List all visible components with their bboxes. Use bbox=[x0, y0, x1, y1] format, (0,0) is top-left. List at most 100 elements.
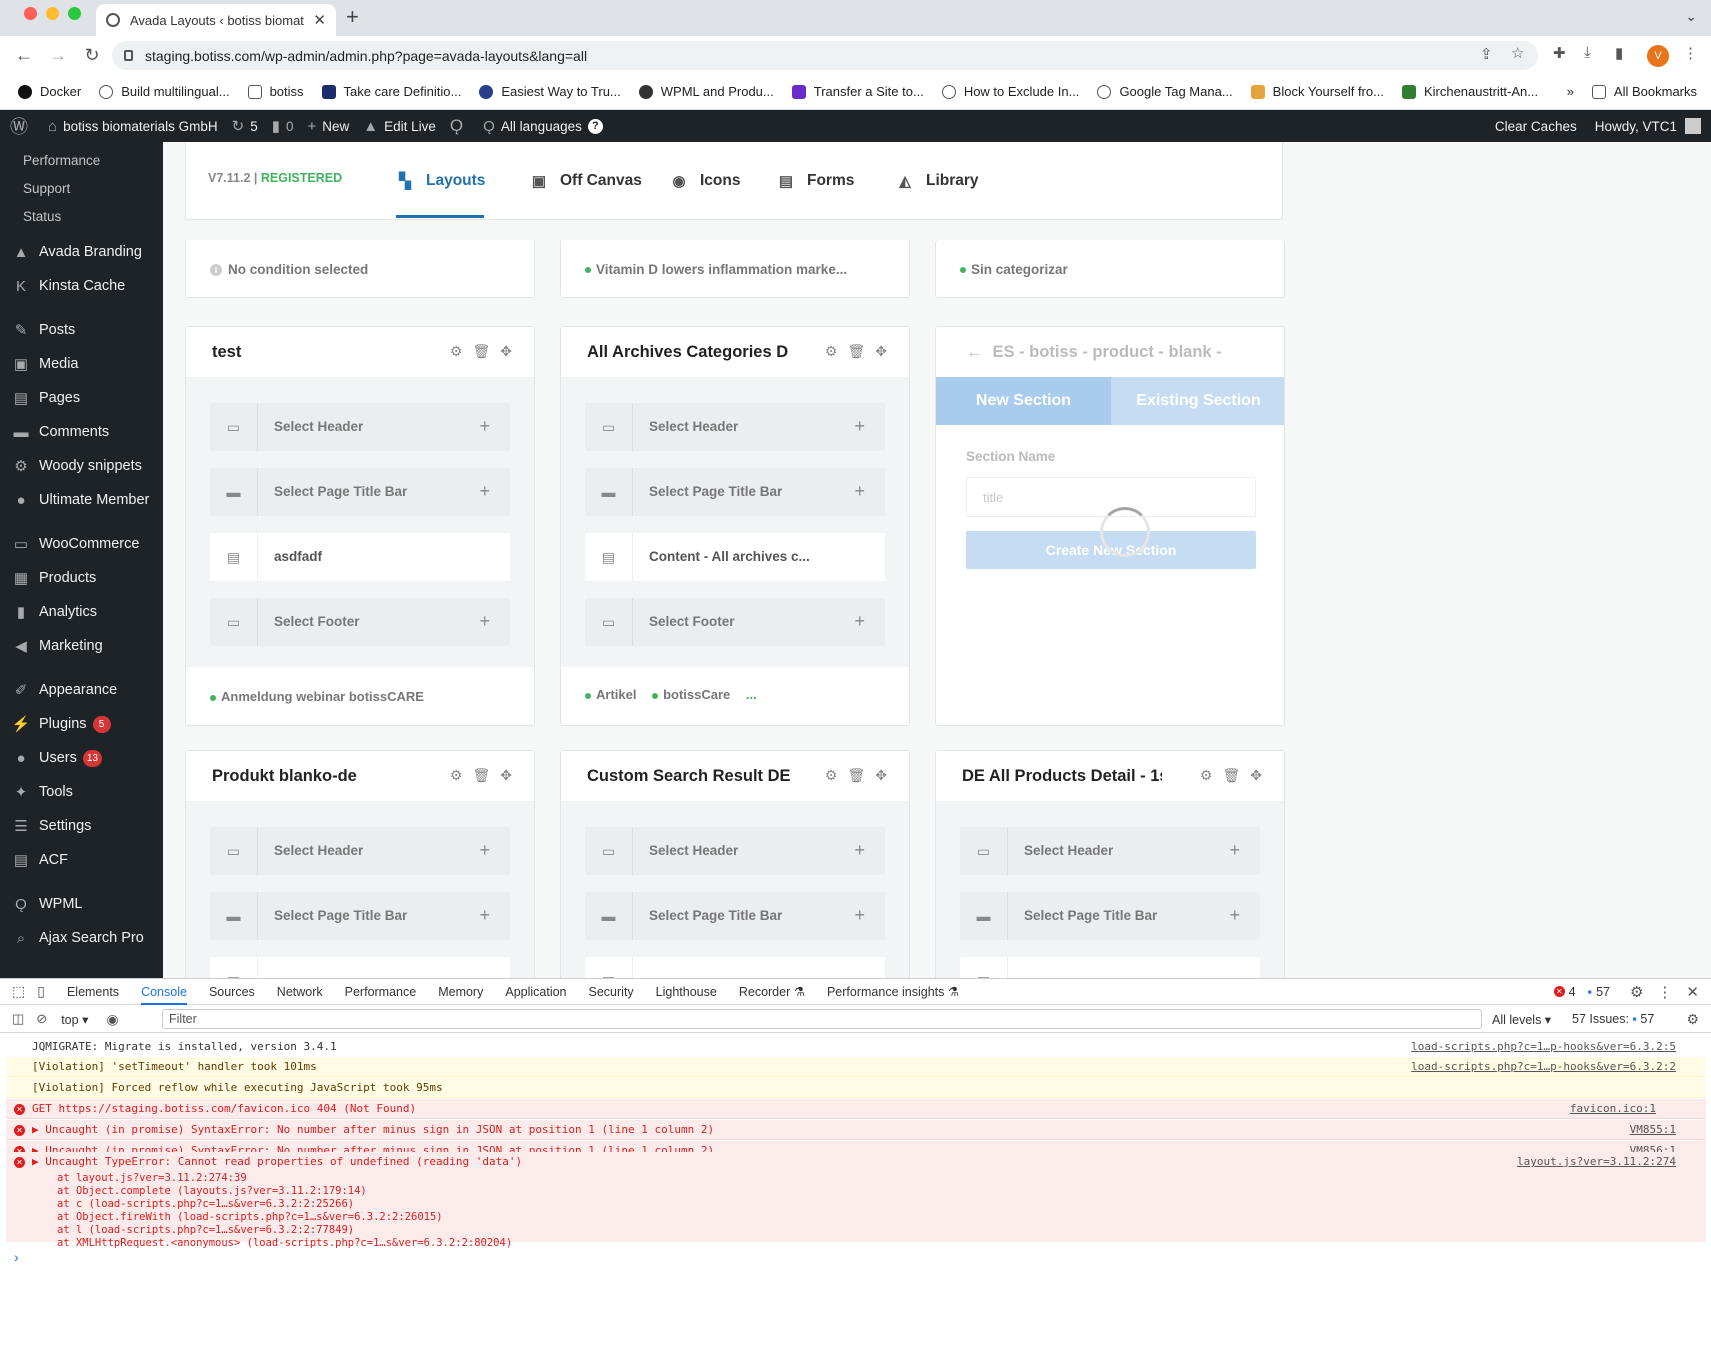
move-icon[interactable]: ✥ bbox=[500, 343, 512, 360]
tab-lighthouse[interactable]: Lighthouse bbox=[656, 979, 717, 1005]
edit-live-link[interactable]: ▲ Edit Live bbox=[363, 118, 436, 135]
bookmark-folder[interactable]: botiss bbox=[247, 84, 304, 99]
plus-icon[interactable]: + bbox=[1229, 840, 1240, 861]
menu-pages[interactable]: ▤ Pages bbox=[0, 381, 163, 415]
move-icon[interactable]: ✥ bbox=[875, 767, 887, 784]
gear-icon[interactable]: ⚙ bbox=[450, 767, 463, 784]
bookmark-item[interactable]: Build multilingual... bbox=[99, 84, 230, 99]
settings-gear-icon[interactable]: ⚙ bbox=[1630, 983, 1643, 1001]
menu-ultimate-member[interactable]: ● Ultimate Member bbox=[0, 483, 163, 517]
browser-menu-icon[interactable]: ⋮ bbox=[1683, 44, 1698, 62]
stack-frame[interactable]: at layout.js?ver=3.11.2:274:39 bbox=[57, 1172, 1706, 1185]
submenu-status[interactable]: Status bbox=[0, 203, 163, 231]
menu-tools[interactable]: ✦ Tools bbox=[0, 775, 163, 809]
bookmark-item[interactable]: Take care Definitio... bbox=[321, 84, 461, 99]
submenu-performance[interactable]: Performance bbox=[0, 147, 163, 175]
back-icon[interactable]: ← bbox=[12, 45, 36, 66]
plus-icon[interactable]: + bbox=[854, 611, 865, 632]
tab-new-section[interactable]: New Section bbox=[936, 377, 1111, 425]
plus-icon[interactable]: + bbox=[854, 481, 865, 502]
select-footer-slot[interactable]: ▭ Select Footer + bbox=[210, 598, 510, 646]
sidepanel-icon[interactable]: ▮ bbox=[1615, 44, 1623, 62]
tab-security[interactable]: Security bbox=[589, 979, 634, 1005]
menu-posts[interactable]: ✎ Posts bbox=[0, 313, 163, 347]
issue-counter[interactable]: ▪ 57 bbox=[1588, 985, 1610, 999]
tab-search-icon[interactable]: ⌄ bbox=[1685, 8, 1697, 25]
bookmark-star-icon[interactable]: ☆ bbox=[1511, 44, 1524, 62]
tab-existing-section[interactable]: Existing Section bbox=[1111, 377, 1284, 425]
clear-caches-button[interactable]: Clear Caches bbox=[1495, 119, 1577, 134]
tab-icons[interactable]: ◉ Icons bbox=[670, 161, 740, 201]
stack-frame[interactable]: at Object.complete (layouts.js?ver=3.11.… bbox=[57, 1185, 1706, 1198]
new-tab-button[interactable]: + bbox=[346, 4, 359, 30]
stack-frame[interactable]: at XMLHttpRequest.<anonymous> (load-scri… bbox=[57, 1237, 1706, 1250]
tab-performance[interactable]: Performance bbox=[345, 979, 417, 1005]
layout-title[interactable]: Produkt blanko-de bbox=[212, 767, 422, 786]
profile-avatar[interactable]: V bbox=[1647, 45, 1669, 67]
move-icon[interactable]: ✥ bbox=[875, 343, 887, 360]
tab-off-canvas[interactable]: ▣ Off Canvas bbox=[530, 161, 642, 201]
bookmark-item[interactable]: WPML and Produ... bbox=[638, 84, 774, 99]
more-options-icon[interactable]: ⋮ bbox=[1657, 983, 1672, 1001]
select-title-bar-slot[interactable]: ▬ Select Page Title Bar + bbox=[210, 468, 510, 516]
tab-elements[interactable]: Elements bbox=[67, 979, 119, 1005]
console-settings-icon[interactable]: ⚙ bbox=[1686, 1011, 1699, 1028]
plus-icon[interactable]: + bbox=[479, 905, 490, 926]
bookmark-item[interactable]: How to Exclude In... bbox=[941, 84, 1079, 99]
layout-title[interactable]: test bbox=[212, 343, 422, 362]
close-window-button[interactable] bbox=[24, 7, 37, 20]
sidebar-toggle-icon[interactable]: ◫ bbox=[12, 1011, 24, 1027]
menu-appearance[interactable]: ✐ Appearance bbox=[0, 673, 163, 707]
maximize-window-button[interactable] bbox=[68, 7, 81, 20]
menu-woody-snippets[interactable]: ⚙ Woody snippets bbox=[0, 449, 163, 483]
language-switcher[interactable]: Ǫ All languages? bbox=[483, 118, 603, 135]
menu-marketing[interactable]: ◀ Marketing bbox=[0, 629, 163, 663]
stack-frame[interactable]: at l (load-scripts.php?c=1…s&ver=6.3.2:2… bbox=[57, 1224, 1706, 1237]
source-link[interactable]: load-scripts.php?c=1…p-hooks&ver=6.3.2:2 bbox=[1411, 1057, 1676, 1077]
tab-sources[interactable]: Sources bbox=[209, 979, 255, 1005]
menu-acf[interactable]: ▤ ACF bbox=[0, 843, 163, 877]
source-link[interactable]: VM855:1 bbox=[1630, 1120, 1676, 1140]
tab-application[interactable]: Application bbox=[505, 979, 566, 1005]
more-conditions[interactable]: ... bbox=[746, 687, 757, 702]
plus-icon[interactable]: + bbox=[479, 481, 490, 502]
menu-media[interactable]: ▣ Media bbox=[0, 347, 163, 381]
move-icon[interactable]: ✥ bbox=[500, 767, 512, 784]
menu-plugins[interactable]: ⚡ Plugins 5 bbox=[0, 707, 163, 741]
comments-link[interactable]: ▮ 0 bbox=[272, 117, 294, 135]
content-slot[interactable]: ▤ asdfadf bbox=[210, 533, 510, 581]
move-icon[interactable]: ✥ bbox=[1250, 767, 1262, 784]
arrow-left-icon[interactable]: ← bbox=[966, 343, 983, 361]
select-title-bar-slot[interactable]: ▬ Select Page Title Bar + bbox=[960, 892, 1260, 940]
trash-icon[interactable]: 🗑 bbox=[1222, 767, 1240, 784]
content-slot[interactable]: ▤ bbox=[585, 957, 885, 978]
wordpress-logo-icon[interactable]: Ⓦ bbox=[10, 113, 34, 139]
source-link[interactable]: favicon.ico:1 bbox=[1570, 1099, 1656, 1119]
plus-icon[interactable]: + bbox=[479, 840, 490, 861]
plus-icon[interactable]: + bbox=[1229, 905, 1240, 926]
tab-performance-insights[interactable]: Performance insights ⚗ bbox=[827, 979, 959, 1005]
menu-ajax-search-pro[interactable]: ⌕ Ajax Search Pro bbox=[0, 921, 163, 955]
device-toggle-icon[interactable]: ▯ bbox=[37, 983, 45, 1000]
layout-title[interactable]: Custom Search Result DE bbox=[587, 767, 797, 786]
select-header-slot[interactable]: ▭ Select Header + bbox=[960, 827, 1260, 875]
tab-console[interactable]: Console bbox=[141, 979, 187, 1005]
bookmark-item[interactable]: Easiest Way to Tru... bbox=[479, 84, 621, 99]
tab-layouts[interactable]: ▚ Layouts bbox=[396, 161, 485, 201]
select-header-slot[interactable]: ▭ Select Header + bbox=[585, 827, 885, 875]
console-error[interactable]: ✕ ▶ Uncaught TypeError: Cannot read prope… bbox=[6, 1152, 1706, 1173]
content-slot[interactable]: ▤ bbox=[960, 957, 1260, 978]
trash-icon[interactable]: 🗑 bbox=[472, 343, 490, 360]
tab-forms[interactable]: ▤ Forms bbox=[777, 161, 854, 201]
wpml-icon[interactable]: Ǫ bbox=[450, 116, 469, 136]
close-tab-icon[interactable]: ✕ bbox=[313, 11, 326, 29]
select-title-bar-slot[interactable]: ▬ Select Page Title Bar + bbox=[210, 892, 510, 940]
submenu-support[interactable]: Support bbox=[0, 175, 163, 203]
menu-users[interactable]: ● Users 13 bbox=[0, 741, 163, 775]
gear-icon[interactable]: ⚙ bbox=[1200, 767, 1213, 784]
menu-settings[interactable]: ☰ Settings bbox=[0, 809, 163, 843]
menu-kinsta-cache[interactable]: K Kinsta Cache bbox=[0, 269, 163, 303]
more-bookmarks-button[interactable]: » bbox=[1567, 84, 1574, 99]
bookmark-item[interactable]: Kirchenaustritt-An... bbox=[1401, 84, 1538, 99]
share-icon[interactable]: ⇪ bbox=[1480, 45, 1493, 63]
